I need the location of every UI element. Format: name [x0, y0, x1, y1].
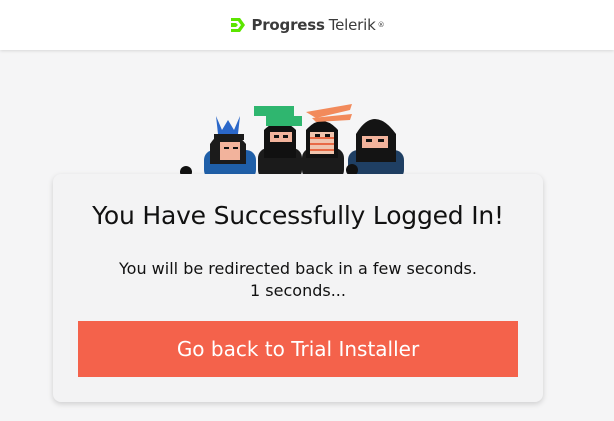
login-success-card: You Have Successfully Logged In! You wil… [53, 174, 543, 402]
ninja-orange-figure [302, 104, 352, 180]
ninja-samurai-figure [204, 116, 256, 180]
progress-chevron-icon [231, 18, 246, 32]
page-title: You Have Successfully Logged In! [92, 201, 504, 230]
header-bar: Progress Telerik ® [0, 0, 614, 50]
ninja-team-illustration [180, 104, 404, 180]
countdown-text: 1 seconds... [250, 281, 346, 300]
registered-mark: ® [377, 21, 385, 29]
ninja-black-figure [346, 119, 404, 180]
redirect-message: You will be redirected back in a few sec… [119, 259, 477, 278]
go-back-to-trial-installer-button[interactable]: Go back to Trial Installer [78, 321, 518, 377]
brand-telerik-text: Telerik [328, 16, 376, 34]
progress-telerik-logo[interactable]: Progress Telerik ® [229, 15, 385, 35]
brand-progress-text: Progress [251, 16, 325, 34]
ninja-green-figure [254, 106, 302, 180]
